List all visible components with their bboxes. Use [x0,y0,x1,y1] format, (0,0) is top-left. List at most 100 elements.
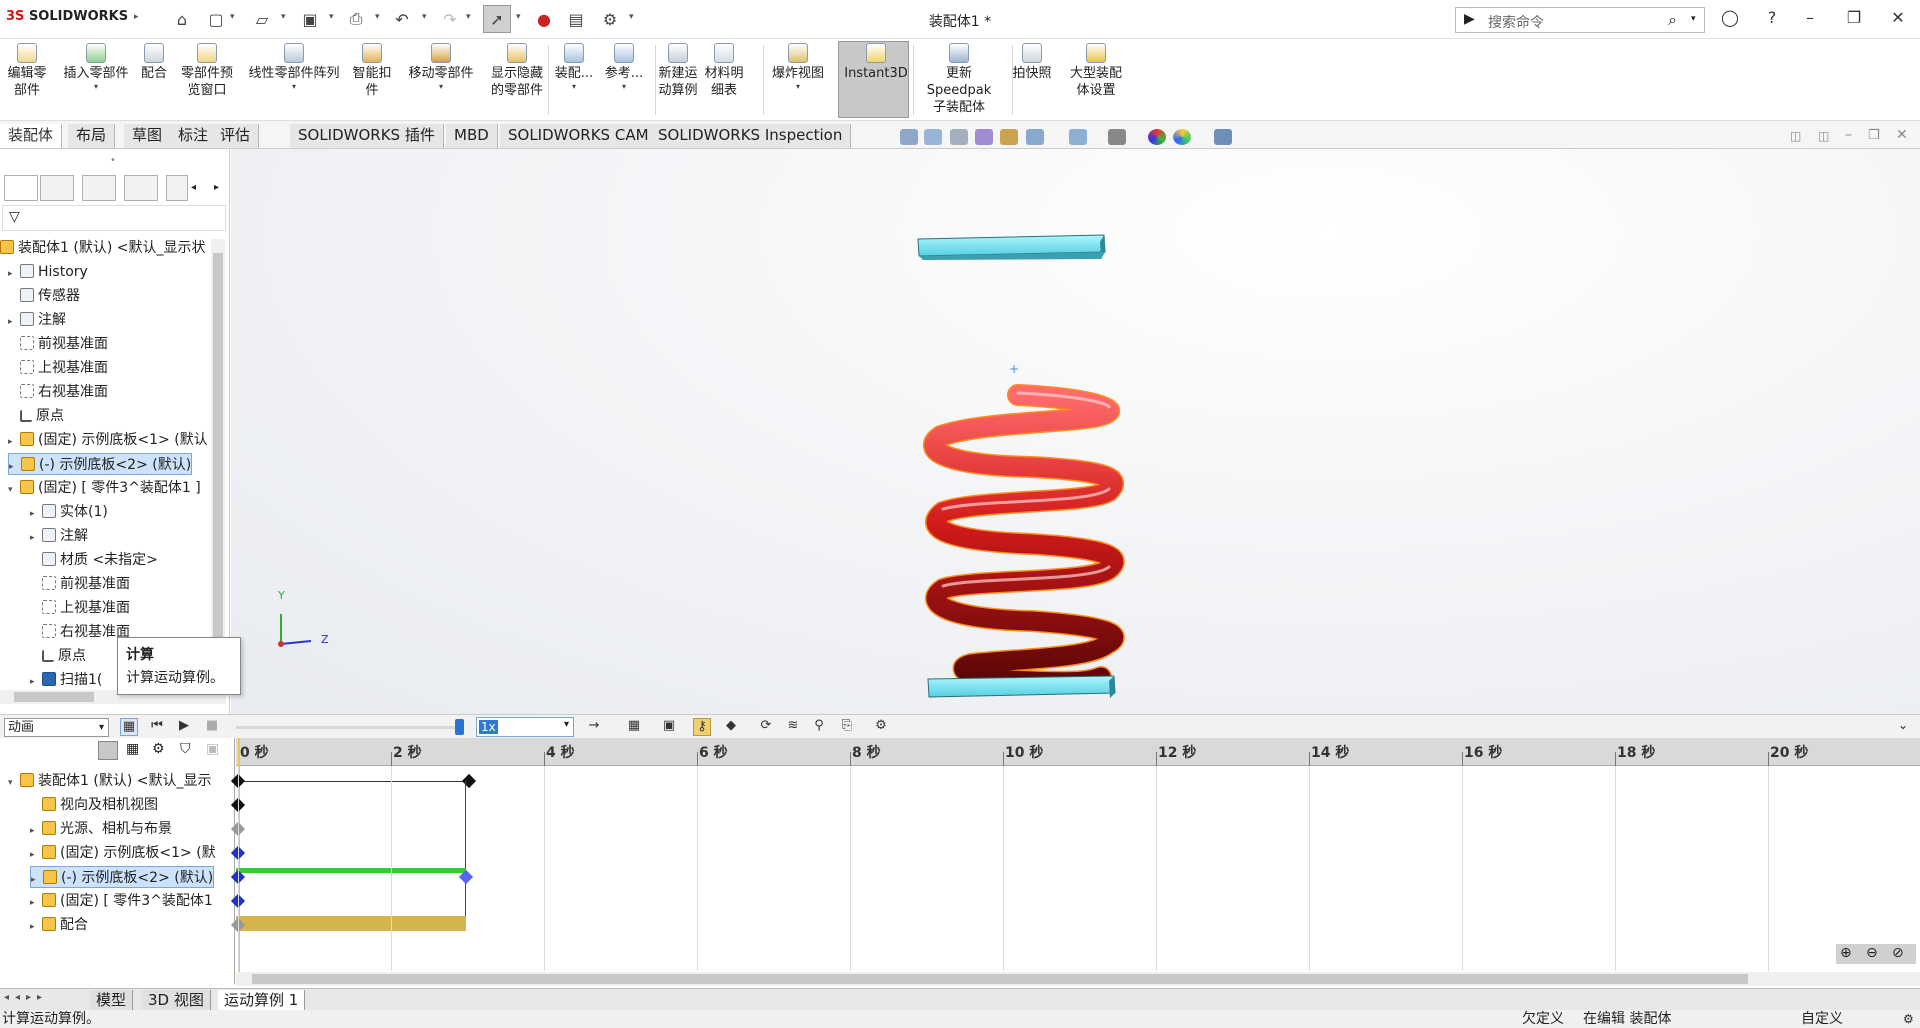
expand-arrow-icon[interactable]: ▸ [8,431,20,453]
bottom-tab-0[interactable]: 模型 [90,990,134,1010]
cmd-2[interactable]: 配合 [134,43,174,82]
cmd-dropdown-caret[interactable]: ▾ [598,82,650,92]
tree-item[interactable]: 装配体1 (默认) <默认_显示状 [0,237,205,259]
tree-item[interactable]: ▾ (固定) [ 零件3^装配体1 ] [8,477,201,499]
feature-manager-tab[interactable] [4,175,38,201]
hscroll-thumb[interactable] [14,692,94,702]
expand-arrow-icon[interactable]: ▸ [30,527,42,549]
animation-wizard-icon[interactable]: ▣ [660,718,678,736]
zoom-fit-icon[interactable]: ⊘ [1892,945,1904,961]
top-plate[interactable] [917,234,1106,260]
autokey-icon[interactable]: ⚷ [693,718,711,736]
previous-view-icon[interactable] [950,129,968,145]
tree-item[interactable]: 传感器 [8,285,80,307]
tab-8[interactable]: SOLIDWORKS Inspection [650,124,852,148]
tree-item[interactable]: ▸ 注解 [8,309,66,331]
timeline-tree-item[interactable]: 视向及相机视图 [30,794,158,816]
cmd-3[interactable]: 零部件预 览窗口 [174,43,240,99]
scrollbar-thumb[interactable] [213,253,223,638]
motor-icon[interactable]: ⟳ [757,718,775,736]
tab-2[interactable]: 草图 [124,124,172,148]
filter-driving-icon[interactable]: ▦ [126,741,146,760]
tree-vertical-scrollbar[interactable] [211,239,225,699]
tree-item[interactable]: ▸ (-) 示例底板<2> (默认) [8,453,193,478]
tree-item[interactable]: 原点 [30,645,86,667]
tab-1[interactable]: 布局 [68,124,116,148]
tab-3[interactable]: 标注 [170,124,218,148]
tab-6[interactable]: MBD [446,124,498,148]
collapse-motion-manager-icon[interactable]: ⌄ [1898,718,1908,732]
cmd-13[interactable]: Instant3D [842,43,910,82]
cmd-15[interactable]: 拍快照 [1008,43,1056,82]
apply-scene-icon[interactable] [1173,129,1191,145]
playback-speed-select[interactable]: 1x ▾ [476,717,574,737]
search-dropdown-caret[interactable]: ▾ [1691,14,1696,24]
play-from-start-icon[interactable]: ⏮ [148,718,166,736]
zoom-out-icon[interactable]: ⊖ [1866,945,1878,961]
timeline-scrollbar[interactable] [236,972,1920,986]
tab-4[interactable]: 评估 [212,124,260,148]
timeline-tree-item[interactable]: ▸ (固定) [ 零件3^装配体1 [30,890,213,912]
cmd-6[interactable]: 移动零部件 ▾ [400,43,482,92]
close-icon[interactable]: ✕ [1884,8,1912,30]
search-commands-field[interactable]: ▶ 搜索命令 ⌕ ▾ [1455,7,1705,33]
play-icon[interactable]: ▶ [175,718,193,736]
timeline-tree-item[interactable]: ▸ 光源、相机与布景 [30,818,172,840]
dynamic-annotation-icon[interactable] [1000,129,1018,145]
property-manager-tab[interactable] [40,175,74,201]
tree-item[interactable]: 前视基准面 [8,333,108,355]
dimxpert-manager-tab[interactable] [124,175,158,201]
tree-item[interactable]: 原点 [8,405,64,427]
timeline-tree-item[interactable]: ▸ (-) 示例底板<2> (默认) [30,866,215,891]
tab-scroll-right-icon[interactable]: ▸ [214,182,219,193]
expand-arrow-icon[interactable]: ▸ [9,456,21,478]
motion-study-properties-icon[interactable]: ⚙ [872,718,890,736]
tree-item[interactable]: 上视基准面 [30,597,130,619]
filter-selected-icon[interactable]: ⚙ [152,741,172,760]
zoom-in-icon[interactable]: ⊕ [1840,945,1852,961]
minimize-icon[interactable]: – [1796,8,1824,30]
view-settings-icon[interactable] [1214,129,1232,145]
view-orientation-icon[interactable] [1026,129,1044,145]
bottom-plate[interactable] [927,675,1116,698]
help-icon[interactable]: ? [1758,8,1786,30]
timeline-tree-item[interactable]: ▸ (固定) 示例底板<1> (默 [30,842,216,864]
bottom-tab-2[interactable]: 运动算例 1 [218,990,306,1010]
configuration-manager-tab[interactable] [82,175,116,201]
expand-arrow-icon[interactable]: ▸ [31,869,43,891]
section-view-icon[interactable] [975,129,993,145]
cmd-14[interactable]: 更新 Speedpak 子装配体 [912,43,1006,116]
expand-arrow-icon[interactable]: ▸ [30,503,42,525]
filter-results-icon[interactable]: ⛉ [180,741,200,760]
display-style-icon[interactable] [1069,129,1087,145]
tree-item[interactable]: 上视基准面 [8,357,108,379]
expand-arrow-icon[interactable]: ▸ [8,311,20,333]
tile-right-icon[interactable]: ◫ [1818,129,1829,143]
tree-item[interactable]: 材质 <未指定> [30,549,158,571]
cmd-dropdown-caret[interactable]: ▾ [400,82,482,92]
expand-arrow-icon[interactable]: ▸ [8,263,20,285]
spring[interactable] [923,384,1125,693]
cmd-16[interactable]: 大型装配 体设置 [1064,43,1128,99]
tree-item[interactable]: ▸ History [8,261,88,283]
status-units[interactable]: 自定义 [1801,1010,1843,1028]
tab-7[interactable]: SOLIDWORKS CAM [500,124,658,148]
spring-icon[interactable]: ≋ [784,718,802,736]
expand-arrow-icon[interactable]: ▸ [30,916,42,938]
cmd-dropdown-caret[interactable]: ▾ [58,82,134,92]
cmd-8[interactable]: 装配... ▾ [552,43,596,92]
tree-item[interactable]: ▸ (固定) 示例底板<1> (默认 [8,429,208,451]
playback-mode-icon[interactable]: → [585,718,603,736]
expand-arrow-icon[interactable]: ▸ [30,820,42,842]
gravity-icon[interactable]: ⎘ [838,718,856,736]
hide-show-items-icon[interactable] [1108,129,1126,145]
cmd-12[interactable]: 爆炸视图 ▾ [764,43,832,92]
edit-appearance-icon[interactable] [1148,129,1166,145]
rebuild-status-icon[interactable]: ⚙ [1903,1010,1914,1028]
tree-item[interactable]: 右视基准面 [8,381,108,403]
tab-5[interactable]: SOLIDWORKS 插件 [290,124,444,148]
cmd-11[interactable]: 材料明 细表 [702,43,746,99]
cmd-4[interactable]: 线性零部件阵列 ▾ [242,43,346,92]
plate2-change-bar[interactable] [236,868,466,873]
filter-icon[interactable]: ▽ [9,209,20,225]
